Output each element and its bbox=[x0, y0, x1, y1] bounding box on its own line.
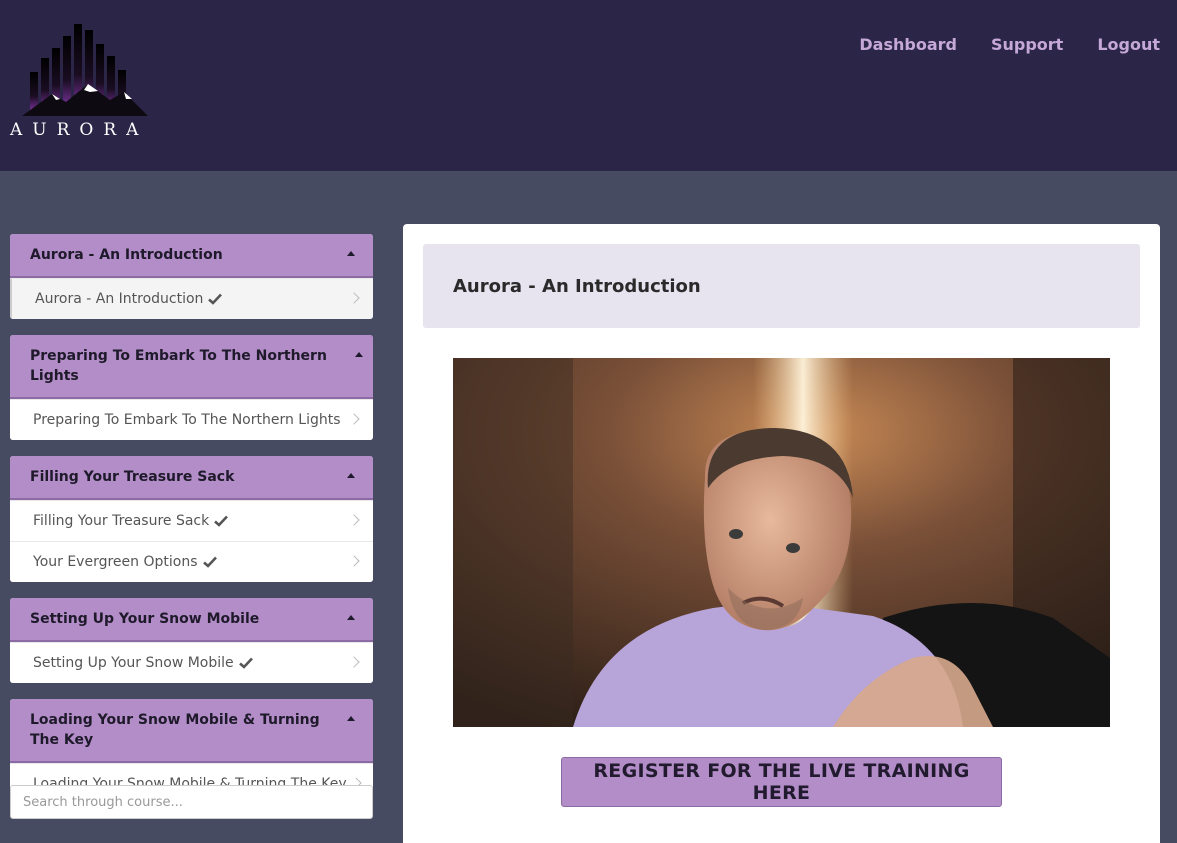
caret-up-icon bbox=[355, 352, 363, 357]
module-header[interactable]: Preparing To Embark To The Northern Ligh… bbox=[10, 335, 373, 399]
lesson-label: Aurora - An Introduction bbox=[35, 291, 204, 307]
lesson-item[interactable]: Your Evergreen Options bbox=[10, 541, 373, 582]
site-header: AURORA Dashboard Support Logout bbox=[0, 0, 1177, 171]
caret-up-icon bbox=[347, 251, 355, 256]
module-setting-up-snow-mobile: Setting Up Your Snow Mobile Setting Up Y… bbox=[10, 598, 373, 683]
chevron-right-icon bbox=[348, 292, 360, 304]
module-title: Setting Up Your Snow Mobile bbox=[30, 611, 260, 627]
module-header[interactable]: Loading Your Snow Mobile & Turning The K… bbox=[10, 699, 373, 763]
module-header[interactable]: Filling Your Treasure Sack bbox=[10, 456, 373, 500]
lesson-item[interactable]: Filling Your Treasure Sack bbox=[10, 500, 373, 541]
lesson-item[interactable]: Aurora - An Introduction bbox=[10, 278, 373, 319]
lesson-label: Filling Your Treasure Sack bbox=[33, 513, 210, 529]
caret-up-icon bbox=[347, 716, 355, 721]
caret-up-icon bbox=[347, 473, 355, 478]
module-title: Loading Your Snow Mobile & Turning The K… bbox=[30, 712, 320, 748]
lesson-item[interactable]: Setting Up Your Snow Mobile bbox=[10, 642, 373, 683]
lesson-video[interactable] bbox=[453, 358, 1110, 727]
logo-wordmark: AURORA bbox=[10, 120, 149, 140]
course-search-input[interactable] bbox=[10, 785, 373, 819]
register-live-training-button[interactable]: REGISTER FOR THE LIVE TRAINING HERE bbox=[561, 757, 1002, 807]
nav-support-link[interactable]: Support bbox=[991, 35, 1063, 54]
nav-dashboard-link[interactable]: Dashboard bbox=[859, 35, 957, 54]
module-header[interactable]: Aurora - An Introduction bbox=[10, 234, 373, 278]
module-title: Aurora - An Introduction bbox=[30, 247, 223, 263]
module-title: Preparing To Embark To The Northern Ligh… bbox=[30, 348, 327, 384]
chevron-right-icon bbox=[348, 656, 360, 668]
module-preparing-to-embark: Preparing To Embark To The Northern Ligh… bbox=[10, 335, 373, 440]
lesson-label: Preparing To Embark To The Northern Ligh… bbox=[33, 412, 341, 428]
chevron-right-icon bbox=[348, 514, 360, 526]
module-title: Filling Your Treasure Sack bbox=[30, 469, 235, 485]
top-nav: Dashboard Support Logout bbox=[859, 35, 1160, 54]
course-sidebar: Aurora - An Introduction Aurora - An Int… bbox=[10, 234, 373, 820]
lesson-item[interactable]: Preparing To Embark To The Northern Ligh… bbox=[10, 399, 373, 440]
aurora-logo-mark bbox=[22, 24, 148, 116]
lesson-title: Aurora - An Introduction bbox=[453, 275, 701, 297]
lesson-title-box: Aurora - An Introduction bbox=[423, 244, 1140, 328]
lesson-label: Your Evergreen Options bbox=[33, 554, 198, 570]
lesson-label: Setting Up Your Snow Mobile bbox=[33, 655, 234, 671]
chevron-right-icon bbox=[348, 413, 360, 425]
lesson-content: Aurora - An Introduction REGISTER FOR TH… bbox=[403, 224, 1160, 843]
checkmark-icon bbox=[208, 293, 223, 305]
caret-up-icon bbox=[347, 615, 355, 620]
module-aurora-introduction: Aurora - An Introduction Aurora - An Int… bbox=[10, 234, 373, 319]
checkmark-icon bbox=[238, 657, 253, 669]
video-frame-image bbox=[453, 358, 1110, 727]
checkmark-icon bbox=[202, 556, 217, 568]
module-filling-treasure-sack: Filling Your Treasure Sack Filling Your … bbox=[10, 456, 373, 582]
checkmark-icon bbox=[214, 515, 229, 527]
module-header[interactable]: Setting Up Your Snow Mobile bbox=[10, 598, 373, 642]
chevron-right-icon bbox=[348, 555, 360, 567]
nav-logout-link[interactable]: Logout bbox=[1097, 35, 1160, 54]
